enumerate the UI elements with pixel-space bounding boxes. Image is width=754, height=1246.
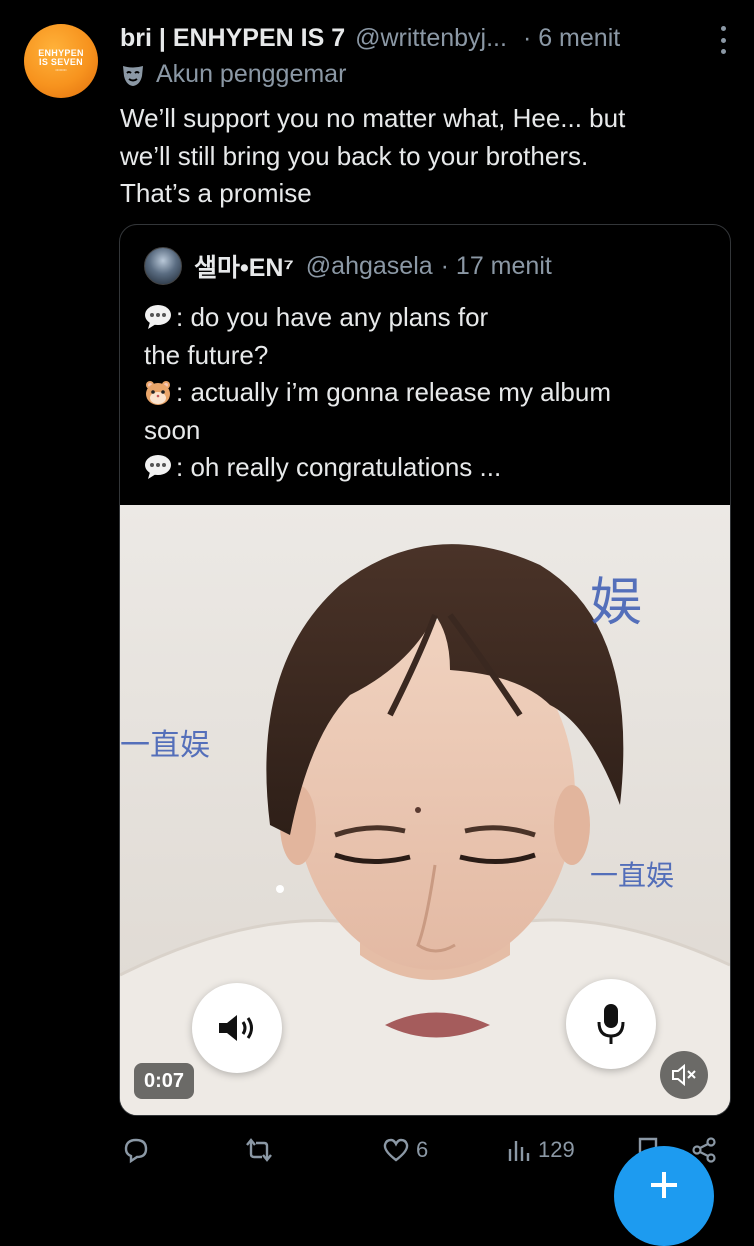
quoted-line: the future? [144, 337, 714, 375]
heart-icon [383, 1138, 409, 1162]
microphone-icon [597, 1004, 625, 1044]
reply-icon [124, 1138, 148, 1164]
views-button[interactable]: 129 [506, 1128, 575, 1172]
quoted-tweet-text: : do you have any plans for the future? … [144, 299, 714, 487]
quoted-tweet-time[interactable]: · 17 menit [441, 252, 552, 281]
mute-toggle[interactable] [660, 1051, 708, 1099]
fan-account-text: Akun penggemar [156, 60, 347, 88]
tweet-text-line: We’ll support you no matter what, Hee...… [120, 103, 626, 133]
speech-bubble-icon [145, 305, 171, 329]
avatar-text-line2: IS SEVEN [39, 57, 83, 67]
avatar-decoration: •••••••• [55, 67, 67, 72]
quoted-line: : do you have any plans for [144, 299, 714, 337]
quoted-line: soon [144, 412, 714, 450]
tweet-text-line: That’s a promise [120, 178, 312, 208]
views-count: 129 [538, 1137, 575, 1162]
speaker-button[interactable] [192, 983, 282, 1073]
quoted-author-name[interactable]: 샐마•EN⁷ [194, 248, 294, 284]
quoted-line: : oh really congratulations ... [144, 449, 714, 487]
fan-account-label: Akun penggemar [120, 60, 346, 89]
quoted-line-text: the future? [144, 339, 269, 370]
author-handle[interactable]: @writtenbyj... [355, 24, 507, 53]
tweet-text-line: we’ll still bring you back to your broth… [120, 140, 589, 171]
hamster-icon [146, 381, 170, 405]
microphone-button[interactable] [566, 979, 656, 1069]
retweet-button[interactable] [244, 1128, 280, 1172]
quoted-tweet[interactable]: 샐마•EN⁷ @ahgasela · 17 menit : do you hav… [119, 224, 731, 1116]
retweet-icon [246, 1138, 272, 1162]
quoted-line-text: : do you have any plans for [176, 302, 489, 332]
quoted-author-handle[interactable]: @ahgasela [306, 252, 433, 281]
mask-icon [123, 65, 143, 86]
more-options-icon[interactable] [718, 26, 728, 54]
overlay-text: 一直娱 [590, 859, 674, 892]
tweet-header: bri | ENHYPEN IS 7 @writtenbyj... · 6 me… [120, 20, 740, 56]
quoted-line-text: soon [144, 414, 201, 445]
quoted-line-text: : actually i’m gonna release my album [176, 377, 611, 407]
compose-button[interactable] [614, 1146, 714, 1246]
plus-icon [651, 1172, 677, 1198]
overlay-text: 娱 [590, 573, 642, 633]
author-name[interactable]: bri | ENHYPEN IS 7 [120, 24, 345, 53]
reply-button[interactable] [122, 1128, 156, 1172]
tweet-time[interactable]: · 6 menit [523, 24, 620, 53]
quoted-line: : actually i’m gonna release my album [144, 374, 714, 412]
author-avatar[interactable]: ENHYPEN IS SEVEN •••••••• [24, 24, 98, 98]
like-count: 6 [416, 1137, 429, 1162]
volume-muted-icon [672, 1064, 696, 1086]
speaker-icon [219, 1015, 253, 1041]
quoted-author-avatar[interactable] [144, 247, 182, 285]
like-button[interactable]: 6 [382, 1128, 428, 1172]
overlay-text: 一直娱 [120, 728, 210, 763]
video-player[interactable]: 娱 一直娱 一直娱 0:07 [120, 505, 730, 1115]
video-duration: 0:07 [134, 1063, 195, 1099]
quoted-line-text: : oh really congratulations ... [176, 452, 502, 482]
speech-bubble-icon [145, 455, 171, 479]
quoted-tweet-header: 샐마•EN⁷ @ahgasela · 17 menit [144, 247, 552, 285]
tweet-text: We’ll support you no matter what, Hee...… [120, 100, 720, 213]
views-chart-icon [508, 1141, 530, 1161]
